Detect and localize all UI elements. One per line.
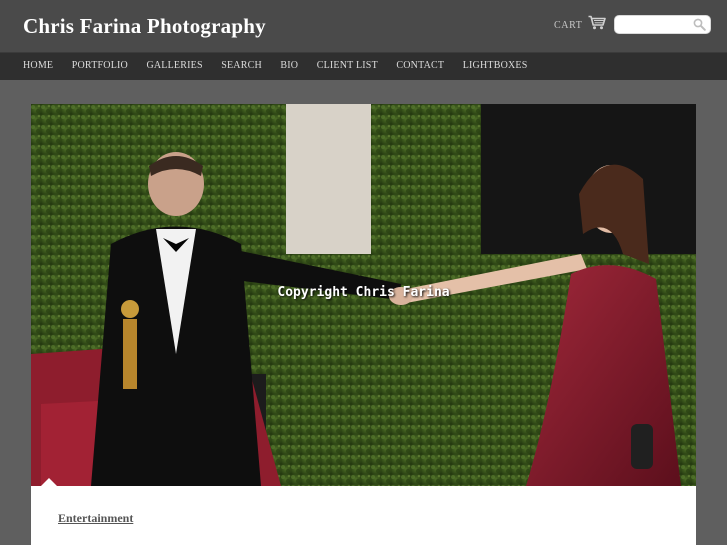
nav-item-contact[interactable]: CONTACT — [396, 60, 444, 71]
nav-item-client-list[interactable]: CLIENT LIST — [317, 60, 378, 71]
content-panel: Copyright Chris Farina Entertainment — [31, 104, 696, 545]
nav-item-home[interactable]: HOME — [23, 60, 53, 71]
nav-item-portfolio[interactable]: PORTFOLIO — [72, 60, 128, 71]
site-title[interactable]: Chris Farina Photography — [23, 14, 266, 39]
nav-item-galleries[interactable]: GALLERIES — [146, 60, 202, 71]
watermark-text: Copyright Chris Farina — [277, 285, 450, 300]
category-link[interactable]: Entertainment — [58, 511, 133, 526]
search-input[interactable] — [619, 17, 691, 32]
site-header: Chris Farina Photography CART — [0, 0, 727, 52]
cart-label[interactable]: CART — [554, 20, 582, 31]
nav-item-search[interactable]: SEARCH — [221, 60, 262, 71]
magnifier-icon[interactable] — [693, 18, 706, 36]
cart-link[interactable]: CART — [554, 15, 607, 35]
search-box[interactable] — [614, 15, 711, 34]
caption-pointer — [41, 478, 57, 486]
featured-photo[interactable]: Copyright Chris Farina — [31, 104, 696, 486]
shopping-cart-icon[interactable] — [588, 15, 607, 35]
main-nav: HOME PORTFOLIO GALLERIES SEARCH BIO CLIE… — [0, 52, 727, 80]
nav-item-bio[interactable]: BIO — [280, 60, 298, 71]
nav-item-lightboxes[interactable]: LIGHTBOXES — [463, 60, 528, 71]
